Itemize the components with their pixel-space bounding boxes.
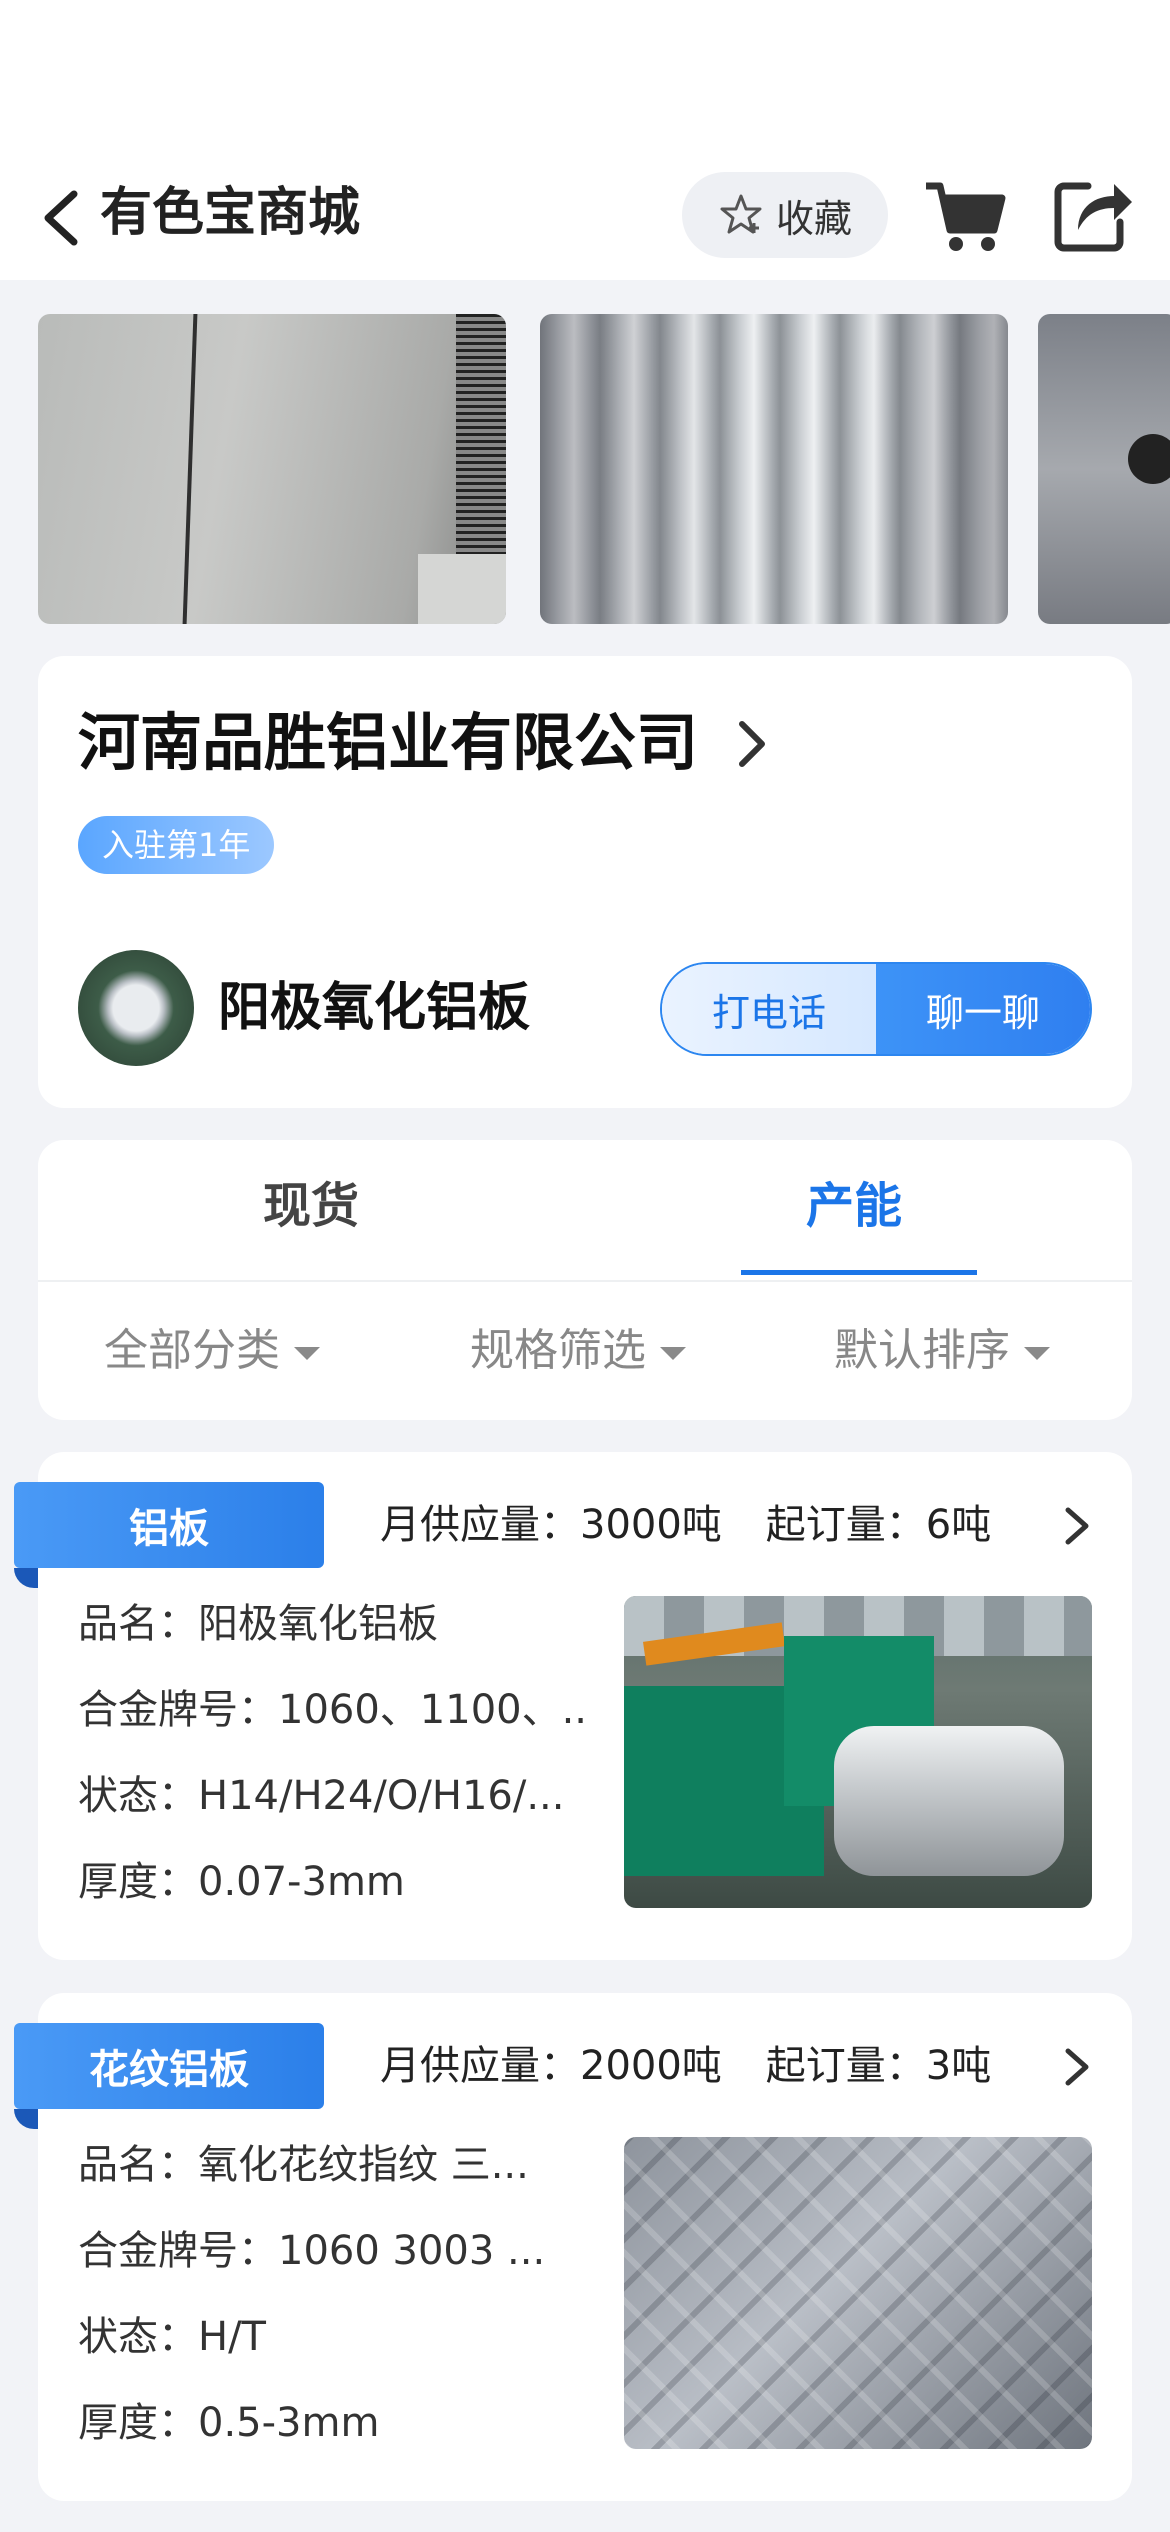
star-icon [720, 194, 762, 234]
back-chevron-icon[interactable] [38, 188, 84, 248]
gallery-image-1[interactable] [38, 314, 506, 624]
filter-sort-label: 默认排序 [834, 1325, 1010, 1376]
filter-category-label: 全部分类 [104, 1325, 280, 1376]
product-image[interactable] [624, 2137, 1092, 2449]
shop-name: 阳极氧化铝板 [218, 978, 531, 1038]
product-alloy: 合金牌号：1060 3003 ... [78, 2228, 546, 2274]
monthly-supply: 月供应量：3000吨 [380, 1502, 722, 1548]
product-card[interactable]: 铝板 月供应量：3000吨 起订量：6吨 品名：阳极氧化铝板 合金牌号：1060、… [14, 1452, 1132, 1960]
top-nav-bar: 有色宝商城 收藏 [0, 150, 1170, 280]
product-image-gallery[interactable] [0, 314, 1170, 624]
chevron-right-icon[interactable] [1062, 2045, 1092, 2089]
tabs-card: 现货 产能 全部分类 规格筛选 默认排序 [38, 1140, 1132, 1420]
status-bar [0, 0, 1170, 150]
filter-spec[interactable]: 规格筛选 [470, 1316, 686, 1386]
min-order: 起订量：3吨 [765, 2043, 992, 2089]
product-image[interactable] [624, 1596, 1092, 1908]
tenure-badge: 入驻第1年 [78, 816, 275, 874]
product-state: 状态：H14/H24/O/H16/... [78, 1773, 565, 1819]
chat-button[interactable]: 聊一聊 [876, 964, 1090, 1054]
category-ribbon: 铝板 [14, 1482, 324, 1568]
product-card[interactable]: 花纹铝板 月供应量：2000吨 起订量：3吨 品名：氧化花纹指纹 三... 合金牌… [14, 1993, 1132, 2501]
caret-down-icon [1024, 1346, 1050, 1360]
page-title: 有色宝商城 [100, 183, 361, 243]
contact-buttons: 打电话 聊一聊 [660, 962, 1092, 1056]
product-state: 状态：H/T [78, 2314, 266, 2360]
favorite-button[interactable]: 收藏 [682, 172, 888, 258]
share-icon[interactable] [1048, 172, 1134, 258]
tab-capacity[interactable]: 产能 [806, 1170, 902, 1242]
active-tab-indicator [741, 1270, 977, 1275]
caret-down-icon [660, 1346, 686, 1360]
min-order: 起订量：6吨 [765, 1502, 992, 1548]
category-ribbon: 花纹铝板 [14, 2023, 324, 2109]
gallery-image-2[interactable] [540, 314, 1008, 624]
call-button[interactable]: 打电话 [662, 964, 876, 1054]
product-alloy: 合金牌号：1060、1100、.. [78, 1687, 588, 1733]
company-card: 河南品胜铝业有限公司 入驻第1年 阳极氧化铝板 打电话 聊一聊 [38, 656, 1132, 1108]
supply-info: 月供应量：2000吨 起订量：3吨 [380, 2031, 991, 2101]
tab-spot[interactable]: 现货 [263, 1170, 359, 1242]
cart-icon[interactable] [920, 172, 1010, 262]
supply-info: 月供应量：3000吨 起订量：6吨 [380, 1490, 991, 1560]
filter-sort[interactable]: 默认排序 [834, 1316, 1050, 1386]
monthly-supply: 月供应量：2000吨 [380, 2043, 722, 2089]
product-name: 品名：阳极氧化铝板 [78, 1601, 438, 1647]
avatar[interactable] [78, 950, 194, 1066]
product-thickness: 厚度：0.5-3mm [78, 2400, 380, 2446]
gallery-image-3[interactable] [1038, 314, 1170, 624]
chevron-right-icon[interactable] [732, 716, 772, 772]
product-name: 品名：氧化花纹指纹 三... [78, 2142, 529, 2188]
divider [38, 1280, 1132, 1282]
chevron-right-icon[interactable] [1062, 1504, 1092, 1548]
caret-down-icon [294, 1346, 320, 1360]
favorite-label: 收藏 [775, 196, 852, 241]
product-thickness: 厚度：0.07-3mm [78, 1859, 405, 1905]
filter-category[interactable]: 全部分类 [104, 1316, 320, 1386]
filter-spec-label: 规格筛选 [470, 1325, 646, 1376]
company-name[interactable]: 河南品胜铝业有限公司 [78, 698, 698, 788]
